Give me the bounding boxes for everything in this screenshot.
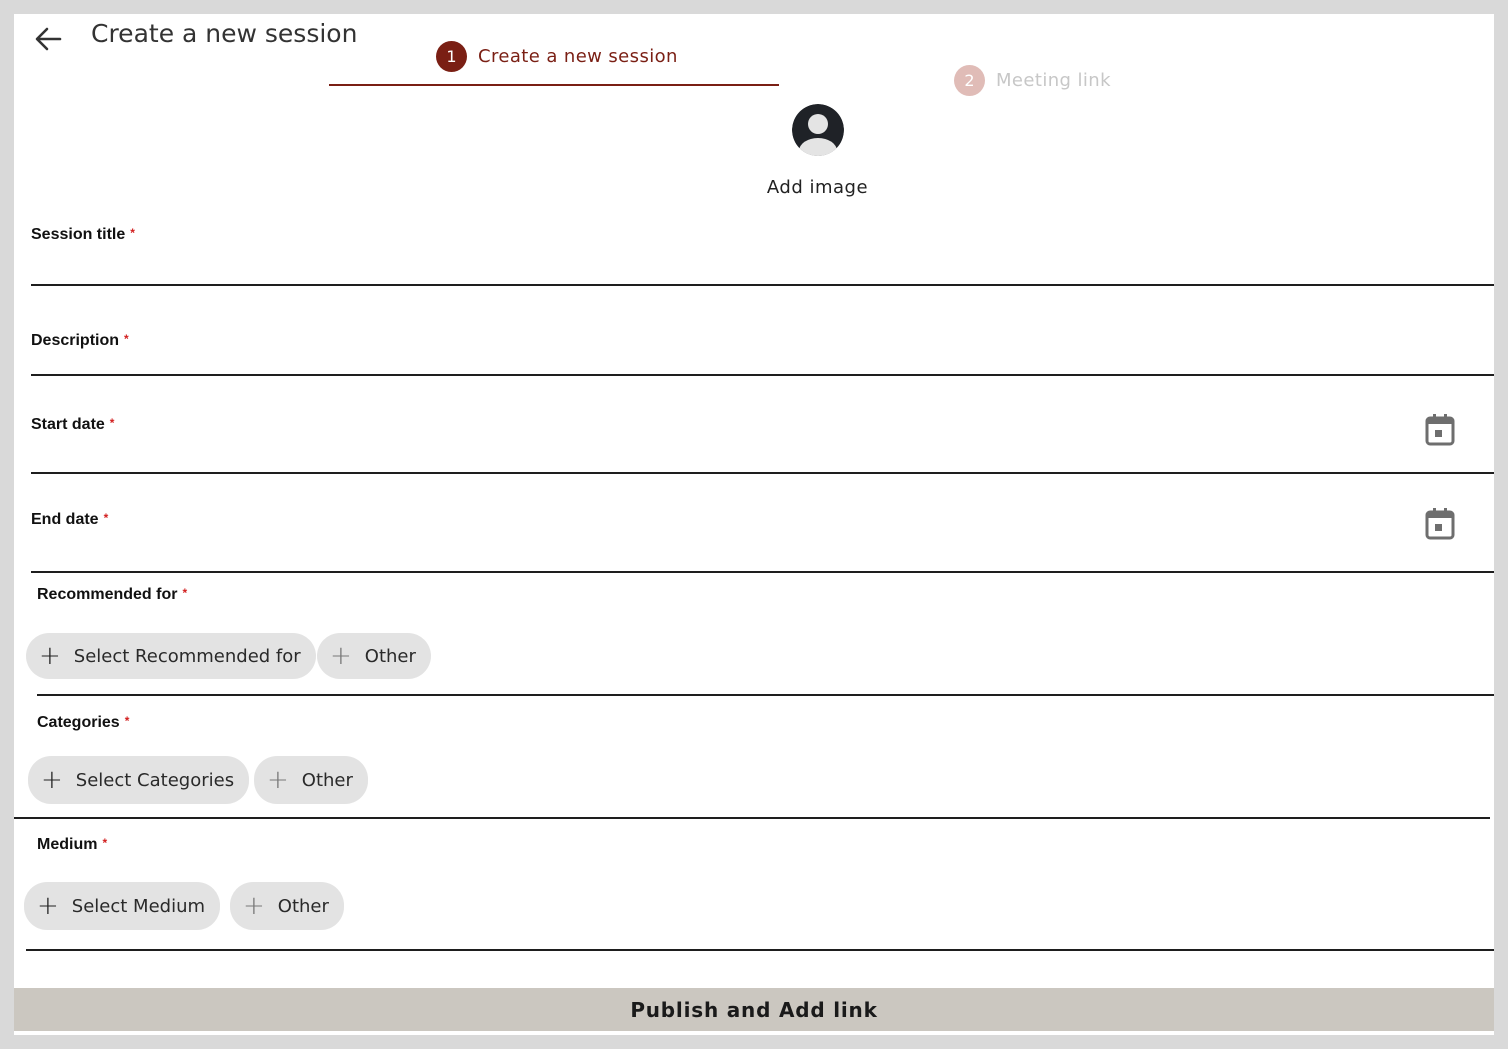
- required-marker: *: [130, 226, 135, 240]
- medium-other-chip[interactable]: + Other: [230, 882, 344, 930]
- back-button[interactable]: [30, 20, 66, 56]
- categories-other-label: Other: [301, 769, 353, 791]
- avatar-upload[interactable]: [792, 104, 844, 156]
- categories-label: Categories *: [37, 714, 129, 732]
- description-underline: [31, 374, 1494, 376]
- start-date-input[interactable]: [31, 439, 1411, 469]
- recommended-for-other-label: Other: [364, 645, 416, 667]
- required-marker: *: [102, 836, 108, 850]
- step-1-badge: 1: [436, 41, 467, 72]
- step-2-label: Meeting link: [996, 70, 1111, 91]
- plus-icon: +: [330, 641, 352, 671]
- plus-icon: +: [243, 891, 265, 921]
- end-date-input[interactable]: [31, 539, 1411, 569]
- calendar-icon: [1425, 508, 1455, 540]
- step-1-label: Create a new session: [478, 46, 678, 67]
- recommended-for-underline: [37, 694, 1494, 696]
- session-title-label-text: Session title: [31, 226, 126, 243]
- categories-underline: [14, 817, 1490, 819]
- description-input[interactable]: [31, 344, 1471, 374]
- required-marker: *: [109, 416, 115, 430]
- required-marker: *: [124, 714, 130, 728]
- step-create-session[interactable]: 1 Create a new session: [436, 41, 678, 72]
- session-title-input[interactable]: [31, 254, 1471, 284]
- plus-icon: +: [39, 641, 61, 671]
- select-medium-chip[interactable]: + Select Medium: [24, 882, 221, 930]
- end-date-picker-button[interactable]: [1423, 506, 1457, 542]
- start-date-label: Start date *: [31, 416, 114, 434]
- select-categories-label: Select Categories: [75, 769, 235, 791]
- active-step-underline: [329, 84, 779, 86]
- session-title-label: Session title *: [31, 226, 135, 244]
- categories-label-text: Categories: [37, 714, 120, 731]
- arrow-left-icon: [35, 27, 62, 51]
- start-date-label-text: Start date: [31, 416, 105, 433]
- recommended-for-other-chip[interactable]: + Other: [317, 633, 431, 679]
- user-avatar-icon: [792, 104, 844, 156]
- end-date-label: End date *: [31, 511, 108, 529]
- start-date-picker-button[interactable]: [1423, 412, 1457, 448]
- end-date-label-text: End date: [31, 511, 99, 528]
- required-marker: *: [182, 586, 188, 600]
- required-marker: *: [103, 511, 109, 525]
- medium-other-label: Other: [277, 895, 329, 917]
- session-title-underline: [31, 284, 1494, 286]
- recommended-for-label: Recommended for *: [37, 586, 187, 604]
- select-recommended-for-chip[interactable]: + Select Recommended for: [26, 633, 316, 679]
- step-meeting-link[interactable]: 2 Meeting link: [954, 65, 1111, 96]
- calendar-icon: [1425, 414, 1455, 446]
- start-date-underline: [31, 472, 1494, 474]
- recommended-for-label-text: Recommended for: [37, 586, 178, 603]
- medium-label-text: Medium: [37, 836, 98, 853]
- end-date-underline: [31, 571, 1494, 573]
- create-session-page: Create a new session 1 Create a new sess…: [14, 14, 1494, 1035]
- step-2-badge: 2: [954, 65, 985, 96]
- medium-underline: [26, 949, 1494, 951]
- plus-icon: +: [267, 765, 289, 795]
- select-categories-chip[interactable]: + Select Categories: [28, 756, 250, 804]
- plus-icon: +: [41, 765, 63, 795]
- page-title: Create a new session: [91, 19, 358, 48]
- categories-other-chip[interactable]: + Other: [254, 756, 368, 804]
- medium-label: Medium *: [37, 836, 107, 854]
- add-image-link[interactable]: Add image: [754, 177, 881, 198]
- plus-icon: +: [37, 891, 59, 921]
- select-recommended-for-label: Select Recommended for: [73, 645, 301, 667]
- select-medium-label: Select Medium: [71, 895, 206, 917]
- publish-and-add-link-button[interactable]: Publish and Add link: [14, 988, 1494, 1031]
